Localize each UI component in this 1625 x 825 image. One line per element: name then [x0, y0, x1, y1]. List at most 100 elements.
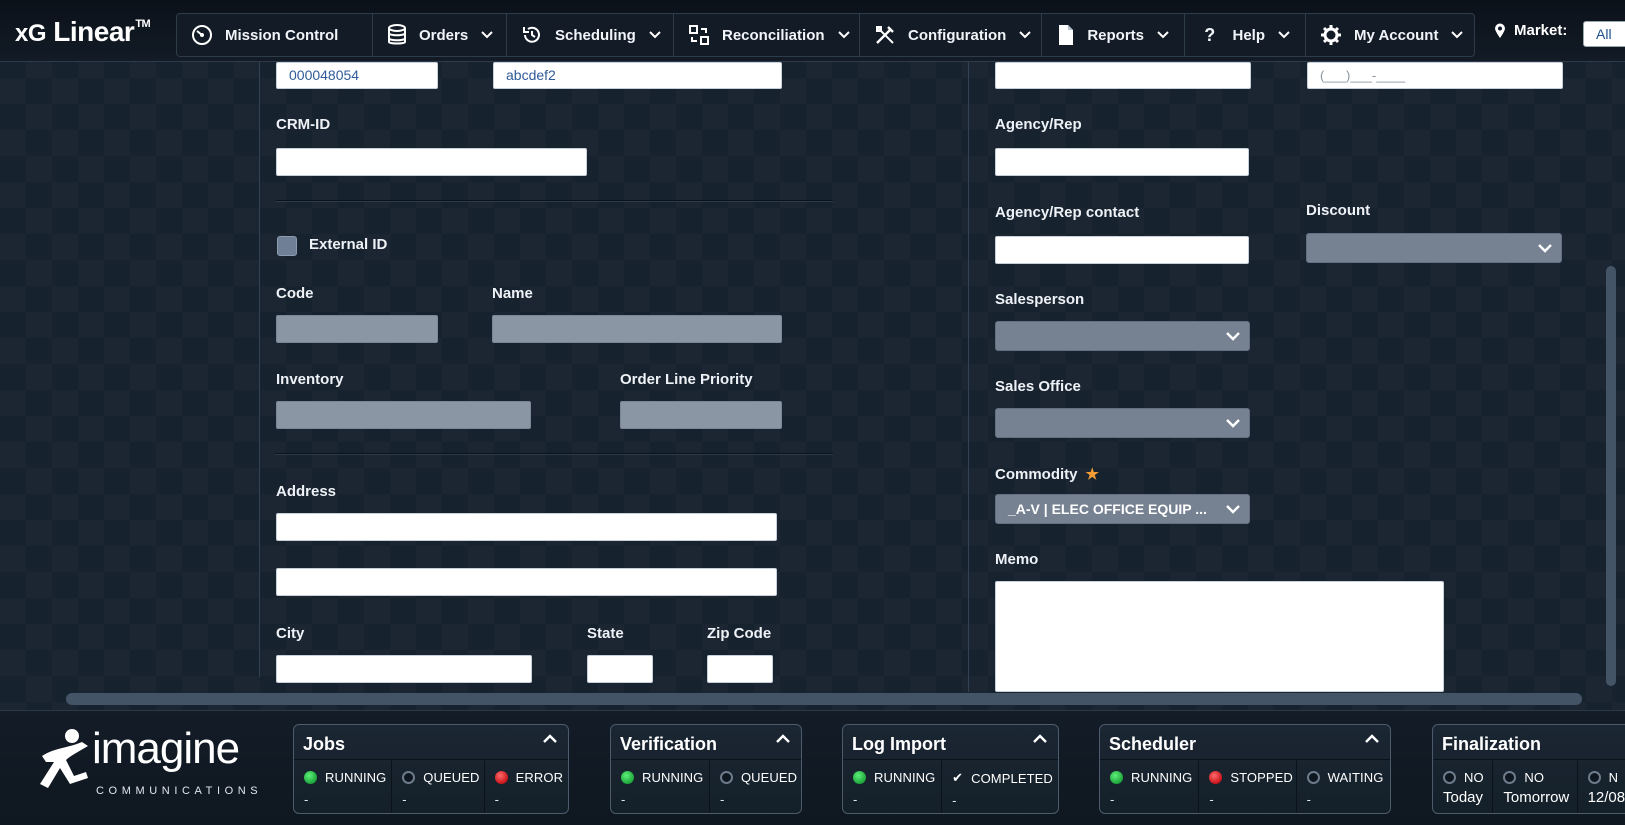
brand-name: Linear — [53, 16, 135, 47]
nav-orders[interactable]: Orders — [373, 14, 507, 56]
brand-trademark: TM — [135, 18, 151, 30]
status-gray-icon — [402, 771, 416, 784]
status-row: RUNNING - QUEUED - ERROR - — [294, 759, 568, 813]
map-pin-icon — [1494, 23, 1506, 39]
account-code-field[interactable]: abcdef2 — [493, 62, 782, 89]
history-icon — [521, 24, 543, 46]
imagine-logo: imagine COMMUNICATIONS — [36, 724, 258, 804]
vertical-scrollbar[interactable] — [1606, 266, 1616, 686]
left-border — [259, 62, 260, 677]
sales-office-dropdown[interactable] — [995, 408, 1250, 438]
market-select[interactable]: All — [1583, 21, 1625, 47]
status-cell[interactable]: STOPPED - — [1199, 760, 1297, 813]
gear-icon — [1320, 24, 1342, 46]
state-label: State — [587, 625, 624, 642]
nav-mission-control[interactable]: Mission Control — [177, 14, 373, 56]
app-logo: xG LinearTM — [15, 16, 151, 48]
crm-id-label: CRM-ID — [276, 116, 331, 133]
status-cell[interactable]: NO Today — [1433, 760, 1494, 813]
external-id-checkbox[interactable] — [277, 236, 297, 256]
chevron-down-icon — [1450, 30, 1464, 40]
agency-rep-label: Agency/Rep — [995, 116, 1082, 133]
city-field[interactable] — [276, 655, 532, 683]
status-cell[interactable]: NO Tomorrow — [1493, 760, 1578, 813]
logo-word: imagine — [92, 724, 240, 773]
contact-field[interactable] — [995, 62, 1251, 89]
chevron-down-icon — [1156, 30, 1170, 40]
code-field — [276, 315, 438, 343]
status-cell[interactable]: ✔ COMPLETED - — [942, 760, 1058, 813]
status-cell[interactable]: RUNNING - — [1100, 760, 1200, 813]
logo-subtitle: COMMUNICATIONS — [96, 785, 263, 797]
nav-reports[interactable]: Reports — [1042, 14, 1185, 56]
account-number-field[interactable]: 000048054 — [276, 62, 438, 89]
status-gray-icon — [1587, 771, 1601, 784]
chevron-down-icon — [648, 30, 662, 40]
chevron-up-icon[interactable] — [775, 733, 791, 745]
status-green-icon — [1110, 771, 1123, 784]
status-cell[interactable]: QUEUED - — [710, 760, 801, 813]
top-navigation-bar: xG LinearTM Mission Control Orders Sched… — [0, 0, 1625, 62]
nav-scheduling[interactable]: Scheduling — [507, 14, 674, 56]
status-cell[interactable]: RUNNING - — [294, 760, 393, 813]
discount-dropdown[interactable] — [1306, 233, 1562, 263]
nav-label: Help — [1232, 26, 1265, 44]
agency-rep-field[interactable] — [995, 148, 1249, 176]
status-red-icon — [1209, 771, 1223, 784]
status-cell[interactable]: WAITING - — [1297, 760, 1390, 813]
chevron-down-icon — [1217, 322, 1249, 350]
agency-rep-contact-field[interactable] — [995, 236, 1249, 264]
chevron-down-icon — [1277, 30, 1291, 40]
external-id-label: External ID — [309, 236, 388, 253]
chevron-up-icon[interactable] — [1032, 733, 1048, 745]
status-cell[interactable]: RUNNING - — [843, 760, 943, 813]
reconcile-icon — [688, 24, 710, 46]
chevron-down-icon — [1217, 409, 1249, 437]
status-cell[interactable]: ERROR - — [485, 760, 568, 813]
nav-label: Orders — [419, 26, 469, 44]
checkmark-icon: ✔ — [952, 770, 964, 785]
chevron-down-icon — [837, 30, 851, 40]
nav-label: Mission Control — [225, 26, 339, 44]
status-cell[interactable]: N 12/08 — [1578, 760, 1625, 813]
horizontal-scrollbar[interactable] — [66, 693, 1582, 705]
order-line-priority-label: Order Line Priority — [620, 371, 753, 388]
discount-label: Discount — [1306, 202, 1371, 219]
name-field — [492, 315, 782, 343]
status-cell[interactable]: QUEUED - — [392, 760, 485, 813]
state-field[interactable] — [587, 655, 653, 683]
section-divider — [275, 200, 833, 202]
panel-title: Scheduler — [1109, 734, 1197, 754]
brand-prefix: xG — [15, 20, 47, 47]
address-line1-field[interactable] — [276, 513, 777, 541]
inventory-field — [276, 401, 531, 429]
nav-configuration[interactable]: Configuration — [860, 14, 1042, 56]
status-green-icon — [621, 771, 634, 784]
phone-field[interactable]: (___)___-____ — [1307, 62, 1563, 89]
salesperson-dropdown[interactable] — [995, 321, 1250, 351]
chevron-up-icon[interactable] — [1364, 733, 1380, 745]
nav-reconciliation[interactable]: Reconciliation — [674, 14, 860, 56]
inventory-label: Inventory — [276, 371, 344, 388]
zip-code-field[interactable] — [707, 655, 773, 683]
city-label: City — [276, 625, 305, 642]
status-row: NO Today NO Tomorrow N 12/08 — [1433, 759, 1625, 813]
status-cell[interactable]: RUNNING - — [611, 760, 710, 813]
column-divider — [968, 62, 969, 692]
zip-code-label: Zip Code — [707, 625, 772, 642]
commodity-dropdown[interactable]: _A-V | ELEC OFFICE EQUIP ... — [995, 494, 1250, 524]
nav-label: Reconciliation — [722, 26, 825, 44]
memo-textarea[interactable] — [995, 581, 1444, 692]
status-row: RUNNING - QUEUED - — [611, 759, 801, 813]
address-line2-field[interactable] — [276, 568, 777, 596]
commodity-selected-value: _A-V | ELEC OFFICE EQUIP ... — [1008, 501, 1207, 517]
order-form: 000048054 abcdef2 CRM-ID External ID Cod… — [0, 62, 1625, 692]
verification-panel: Verification RUNNING - QUEUED - — [610, 724, 802, 814]
jobs-panel: Jobs RUNNING - QUEUED - ERROR - — [293, 724, 569, 814]
chevron-up-icon[interactable] — [542, 733, 558, 745]
nav-help[interactable]: ? Help — [1185, 14, 1306, 56]
crm-id-field[interactable] — [276, 148, 587, 176]
nav-my-account[interactable]: My Account — [1306, 14, 1474, 56]
status-footer: imagine COMMUNICATIONS Jobs RUNNING - QU… — [0, 710, 1625, 825]
status-green-icon — [304, 771, 317, 784]
